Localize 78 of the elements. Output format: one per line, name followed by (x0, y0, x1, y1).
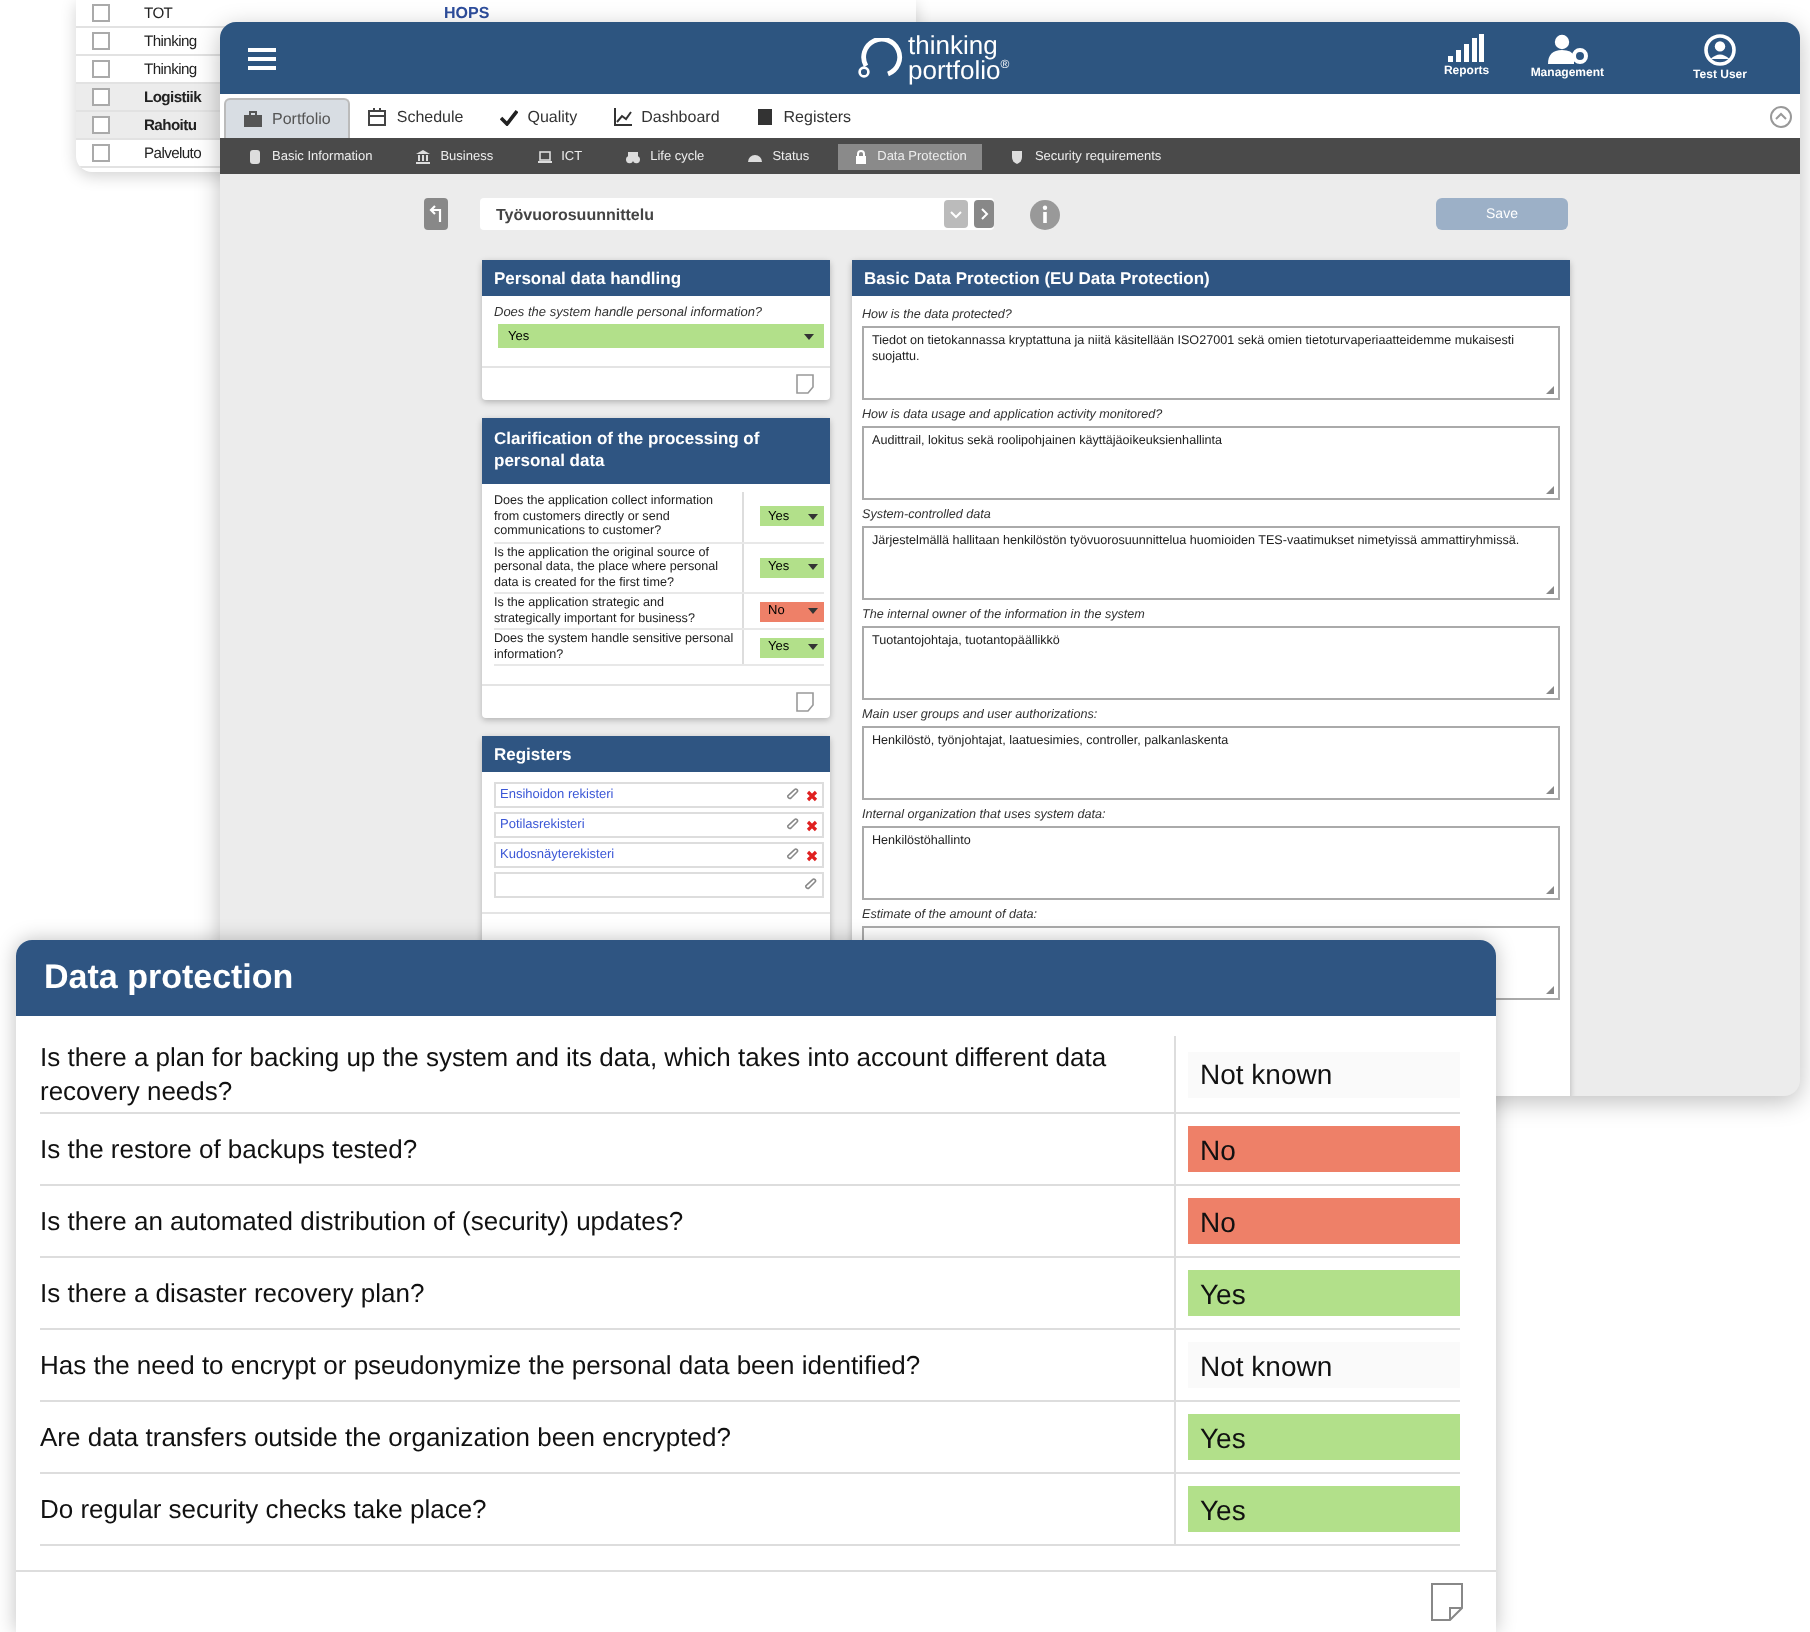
laptop-icon (537, 149, 552, 163)
caret-icon (804, 333, 814, 339)
question-text: Has the need to encrypt or pseudonymize the personal data been identified? (40, 1330, 1176, 1400)
panel-title: Basic Data Protection (EU Data Protection) (852, 260, 1570, 296)
resize-grip-icon[interactable] (1546, 986, 1554, 994)
menu-icon[interactable] (248, 47, 276, 69)
briefcase-icon (244, 110, 262, 128)
user-avatar-icon (1704, 34, 1736, 66)
next-icon[interactable] (974, 200, 994, 228)
panel-title: Personal data handling (482, 260, 830, 296)
answer-value[interactable]: No (1188, 1198, 1460, 1244)
logo-text: thinking portfolio$^{®}$ (908, 35, 1010, 81)
paperclip-icon[interactable] (786, 788, 800, 802)
database-icon (248, 149, 262, 163)
binoculars-icon (626, 149, 641, 163)
delete-icon[interactable] (806, 849, 818, 861)
row-checkbox[interactable] (92, 88, 110, 106)
caret-icon (808, 564, 818, 571)
question-text: Are data transfers outside the organization been encrypted? (40, 1402, 1176, 1472)
card-title: Data protection (16, 940, 1496, 1016)
resize-grip-icon[interactable] (1546, 586, 1554, 594)
question-text: Is there an automated distribution of (security) updates? (40, 1186, 1176, 1256)
row-checkbox[interactable] (92, 144, 110, 162)
nav-tab[interactable]: Dashboard (595, 94, 738, 138)
lock-icon (853, 149, 868, 163)
row-checkbox[interactable] (92, 60, 110, 78)
row-checkbox[interactable] (92, 116, 110, 134)
back-button[interactable] (424, 198, 448, 230)
delete-icon[interactable] (806, 819, 818, 831)
note-icon[interactable] (796, 692, 814, 712)
question-text: Is there a disaster recovery plan? (40, 1258, 1176, 1328)
note-icon[interactable] (796, 374, 814, 394)
paperclip-icon[interactable] (786, 848, 800, 862)
input-field[interactable] (494, 872, 824, 898)
caret-icon (808, 644, 818, 650)
answer-value[interactable]: Not known (1188, 1051, 1460, 1097)
caret-icon (808, 608, 818, 614)
question-text: Is the restore of backups tested? (40, 1114, 1176, 1184)
resize-grip-icon[interactable] (1546, 886, 1554, 894)
resize-grip-icon[interactable] (1546, 486, 1554, 494)
panel-title: Clarification of the processing of personal data (482, 418, 830, 484)
panel-title: Registers (482, 736, 830, 772)
record-select[interactable]: Työvuorosuunnittelu (480, 198, 994, 230)
check-icon (499, 107, 518, 125)
answer-value[interactable]: Yes (1188, 1486, 1460, 1532)
resize-grip-icon[interactable] (1546, 686, 1554, 694)
question-text: Do regular security checks take place? (40, 1474, 1176, 1544)
info-icon[interactable] (1030, 199, 1060, 229)
logo-icon (856, 37, 904, 78)
dropdown-icon[interactable] (944, 200, 968, 228)
answer-value[interactable]: Yes (1188, 1270, 1460, 1316)
bar-chart-icon (1448, 34, 1485, 62)
table-cell: HOPS (444, 4, 490, 22)
gauge-icon (748, 149, 763, 163)
bank-icon (416, 149, 431, 163)
book-icon (755, 107, 774, 125)
line-chart-icon (613, 107, 632, 125)
nav-tab[interactable]: Portfolio (224, 98, 351, 138)
nav-tab[interactable]: Quality (481, 94, 596, 138)
answer-value[interactable]: Not known (1188, 1342, 1460, 1388)
resize-grip-icon[interactable] (1546, 386, 1554, 394)
answer-value[interactable]: Yes (1188, 1414, 1460, 1460)
user-gear-icon (1547, 34, 1588, 64)
collapse-icon[interactable] (1770, 105, 1792, 127)
paperclip-icon[interactable] (786, 818, 800, 832)
question-text: Is there a plan for backing up the system and its data, which takes into account different data recovery needs? (40, 1036, 1176, 1112)
caret-icon (808, 513, 818, 520)
note-icon[interactable] (1430, 1582, 1464, 1622)
delete-icon[interactable] (806, 789, 818, 801)
nav-tab[interactable]: Schedule (350, 94, 482, 138)
calendar-icon (368, 107, 387, 125)
resize-grip-icon[interactable] (1546, 786, 1554, 794)
row-checkbox[interactable] (92, 32, 110, 50)
answer-value[interactable]: No (1188, 1126, 1460, 1172)
paperclip-icon[interactable] (804, 878, 818, 892)
shield-icon (1010, 149, 1025, 163)
row-checkbox[interactable] (92, 4, 110, 22)
nav-tab[interactable]: Registers (737, 94, 870, 138)
